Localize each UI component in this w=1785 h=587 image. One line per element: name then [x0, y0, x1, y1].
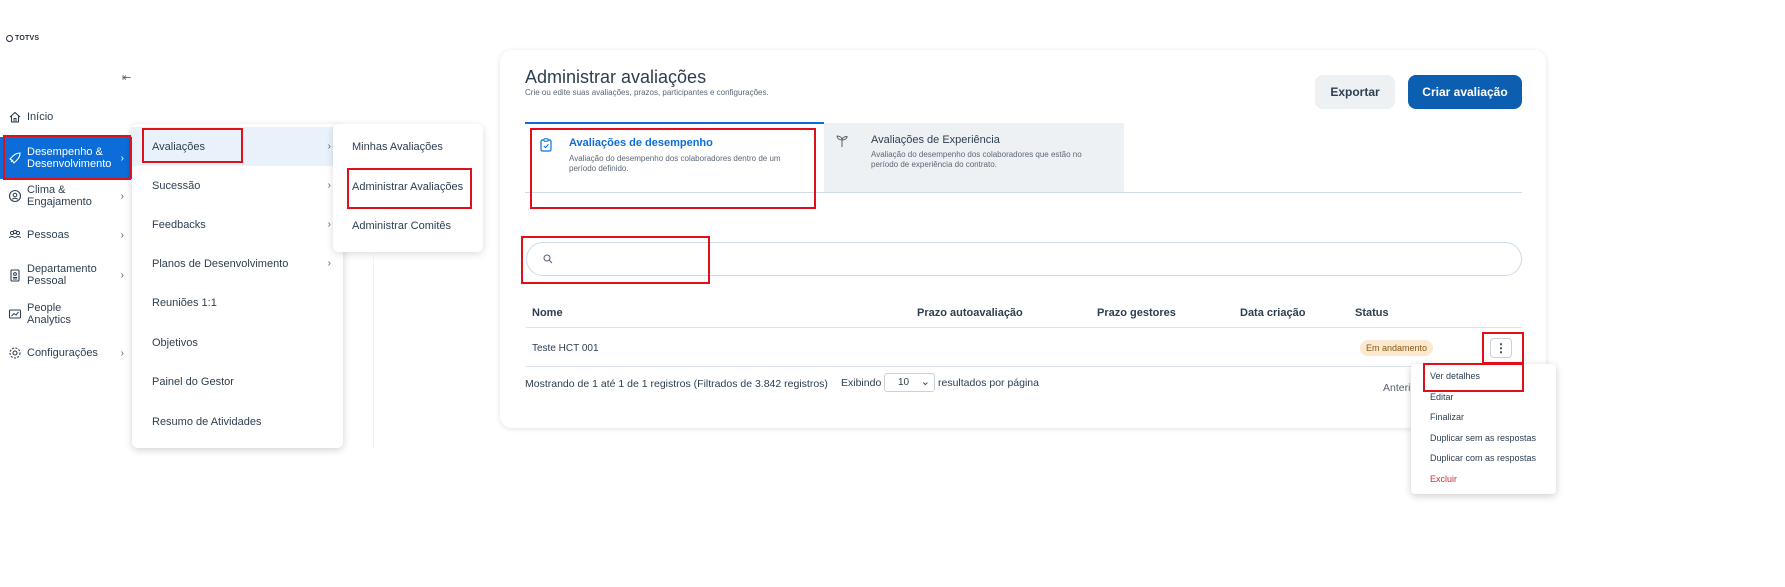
submenu-item-sucessao[interactable]: Sucessão ›	[132, 166, 343, 205]
submenu-item-label: Reuniões 1:1	[152, 296, 217, 309]
chevron-right-icon: ›	[120, 229, 124, 241]
chevron-right-icon: ›	[327, 141, 331, 152]
chevron-right-icon: ›	[327, 180, 331, 191]
sidebar-label-line2: Desenvolvimento	[27, 158, 112, 170]
menu-item-finalizar[interactable]: Finalizar	[1430, 412, 1464, 422]
column-header-prazo-auto[interactable]: Prazo autoavaliação	[917, 307, 1023, 319]
menu-item-ver-detalhes[interactable]: Ver detalhes	[1430, 371, 1480, 381]
sidebar-item-people-analytics[interactable]: People Analytics	[0, 302, 132, 326]
submenu-item-label: Resumo de Atividades	[152, 415, 262, 428]
menu-item-duplicar-com[interactable]: Duplicar com as respostas	[1430, 453, 1536, 463]
per-page-label: resultados por página	[938, 377, 1039, 389]
home-icon	[9, 111, 21, 123]
submenu-item-feedbacks[interactable]: Feedbacks ›	[132, 205, 343, 244]
tab-desc-line2: período definido.	[569, 164, 629, 173]
tab-desc-line1: Avaliação do desempenho dos colaboradore…	[569, 154, 781, 163]
tab-desempenho-desc: Avaliação do desempenho dos colaboradore…	[569, 154, 781, 174]
tab-desempenho-title: Avaliações de desempenho	[569, 137, 713, 149]
page-size-value: 10	[898, 377, 910, 388]
chevron-right-icon: ›	[327, 219, 331, 230]
menu-item-duplicar-sem[interactable]: Duplicar sem as respostas	[1430, 433, 1536, 443]
sidebar-label-line2: Pessoal	[27, 275, 67, 287]
column-header-data-criacao[interactable]: Data criação	[1240, 307, 1305, 319]
row-actions-button[interactable]: ⋮	[1490, 338, 1512, 358]
sidebar-item-pessoas[interactable]: Pessoas ›	[0, 228, 132, 242]
submenu-item-avaliacoes[interactable]: Avaliações ›	[132, 127, 343, 166]
records-info: Mostrando de 1 até 1 de 1 registros (Fil…	[525, 378, 828, 390]
row-actions-menu: Ver detalhes Editar Finalizar Duplicar s…	[1411, 364, 1556, 494]
column-header-nome[interactable]: Nome	[532, 307, 563, 319]
chevron-right-icon: ›	[120, 152, 124, 164]
chevron-right-icon: ›	[120, 190, 124, 202]
tabs-underline	[525, 192, 1522, 193]
menu-item-excluir[interactable]: Excluir	[1430, 474, 1457, 484]
page-title: Administrar avaliações	[525, 67, 707, 87]
divider	[373, 252, 374, 447]
chevron-right-icon: ›	[120, 347, 124, 359]
logo-ring-icon	[6, 35, 13, 42]
gear-icon	[9, 347, 21, 359]
table-cell-name: Teste HCT 001	[532, 343, 599, 354]
clipboard-check-icon	[540, 138, 552, 152]
column-header-prazo-gestores[interactable]: Prazo gestores	[1097, 307, 1176, 319]
page-size-select[interactable]: 10 ⌄	[884, 373, 935, 392]
submenu-item-label: Feedbacks	[152, 218, 206, 231]
id-badge-icon	[10, 269, 20, 282]
submenu-item-label: Avaliações	[152, 140, 205, 153]
sidebar-label-line2: Engajamento	[27, 196, 92, 208]
submenu-item-objetivos[interactable]: Objetivos	[132, 323, 343, 362]
submenu-desempenho: Avaliações › Sucessão › Feedbacks › Planos …	[132, 124, 343, 448]
collapse-sidebar-icon[interactable]: ⇤	[122, 71, 131, 84]
chevron-down-icon: ⌄	[920, 376, 930, 388]
people-icon	[9, 229, 21, 239]
rocket-icon	[9, 152, 21, 164]
submenu-item-reunioes[interactable]: Reuniões 1:1	[132, 283, 343, 322]
submenu-item-resumo[interactable]: Resumo de Atividades	[132, 402, 343, 441]
previous-page-link[interactable]: Anteri	[1383, 382, 1410, 394]
export-button[interactable]: Exportar	[1315, 75, 1395, 109]
tab-desc-line1: Avaliação do desempenho dos colaboradore…	[871, 150, 1082, 159]
table-row-divider	[526, 366, 1522, 367]
engagement-icon	[8, 189, 22, 203]
sidebar-item-inicio[interactable]: Início	[0, 110, 132, 124]
sprout-icon	[836, 135, 848, 147]
submenu-item-label: Sucessão	[152, 179, 201, 192]
submenu-avaliacoes: Minhas Avaliações Administrar Avaliações…	[333, 124, 483, 252]
submenu-item-label: Painel do Gestor	[152, 375, 234, 388]
search-icon	[543, 254, 553, 264]
page-subtitle: Crie ou edite suas avaliações, prazos, p…	[525, 88, 769, 97]
column-header-status[interactable]: Status	[1355, 307, 1389, 319]
chevron-right-icon: ›	[120, 269, 124, 281]
submenu-item-painel[interactable]: Painel do Gestor	[132, 362, 343, 401]
analytics-icon	[8, 309, 22, 319]
search-input[interactable]	[526, 242, 1522, 276]
submenu-item-label: Planos de Desenvolvimento	[152, 257, 289, 270]
chevron-right-icon: ›	[327, 258, 331, 269]
sidebar-item-desempenho[interactable]: Desempenho & Desenvolvimento ›	[0, 137, 132, 179]
status-badge: Em andamento	[1360, 340, 1434, 356]
sidebar-label-line1: Departamento	[27, 263, 97, 275]
tab-experiencia-title: Avaliações de Experiência	[871, 134, 1000, 146]
sidebar-item-configuracoes[interactable]: Configurações ›	[0, 346, 132, 360]
sidebar-label-line2: Analytics	[27, 314, 72, 326]
tab-desc-line2: período de experiência do contrato.	[871, 160, 997, 169]
sidebar-label-line1: Clima &	[27, 184, 66, 196]
submenu-item-planos[interactable]: Planos de Desenvolvimento ›	[132, 244, 343, 283]
submenu2-item-administrar[interactable]: Administrar Avaliações	[352, 181, 463, 193]
create-evaluation-button[interactable]: Criar avaliação	[1408, 75, 1522, 109]
totvs-logo: TOTVS	[6, 35, 39, 42]
showing-label: Exibindo	[841, 377, 882, 389]
sidebar-item-departamento[interactable]: Departamento Pessoal ›	[0, 263, 132, 287]
tab-experiencia-desc: Avaliação do desempenho dos colaboradore…	[871, 150, 1082, 170]
menu-item-editar[interactable]: Editar	[1430, 392, 1454, 402]
submenu2-item-comites[interactable]: Administrar Comitês	[352, 220, 451, 232]
sidebar-item-clima[interactable]: Clima & Engajamento ›	[0, 184, 132, 208]
submenu-item-label: Objetivos	[152, 336, 198, 349]
sidebar-label-line1: People	[27, 302, 62, 314]
table-header-divider	[526, 327, 1522, 328]
sidebar-label-line1: Desempenho &	[27, 146, 103, 158]
submenu2-item-minhas[interactable]: Minhas Avaliações	[352, 141, 443, 153]
